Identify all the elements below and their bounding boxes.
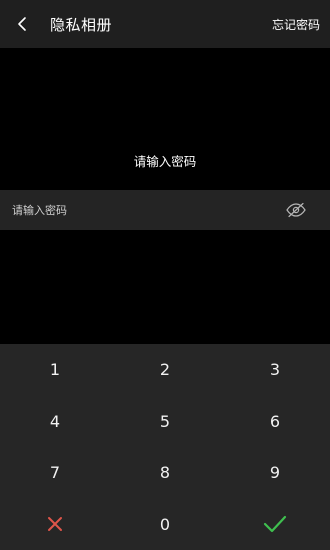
close-icon [48,517,62,532]
enter-password-prompt: 请输入密码 [133,154,197,169]
key-9[interactable]: 9 [220,447,330,499]
back-button[interactable] [10,12,34,36]
key-5[interactable]: 5 [110,396,220,448]
key-0[interactable]: 0 [110,499,220,550]
check-icon [263,516,287,533]
page-title: 隐私相册 [50,16,113,34]
key-8[interactable]: 8 [110,447,220,499]
key-7[interactable]: 7 [0,447,110,499]
key-6[interactable]: 6 [220,396,330,448]
key-4[interactable]: 4 [0,396,110,448]
cancel-key[interactable] [0,499,110,550]
toggle-visibility-button[interactable] [284,200,308,220]
key-1[interactable]: 1 [0,344,110,396]
password-row [0,190,330,230]
key-3[interactable]: 3 [220,344,330,396]
confirm-key[interactable] [220,499,330,550]
top-bar: 隐私相册 忘记密码 [0,0,330,48]
eye-off-icon [286,202,306,218]
password-input[interactable] [12,201,262,219]
empty-area [0,230,330,344]
prompt-area: 请输入密码 [0,48,330,190]
chevron-left-icon [18,17,26,31]
forgot-password-link[interactable]: 忘记密码 [272,16,320,33]
key-2[interactable]: 2 [110,344,220,396]
number-keypad: 1 2 3 4 5 6 7 8 9 0 [0,344,330,550]
